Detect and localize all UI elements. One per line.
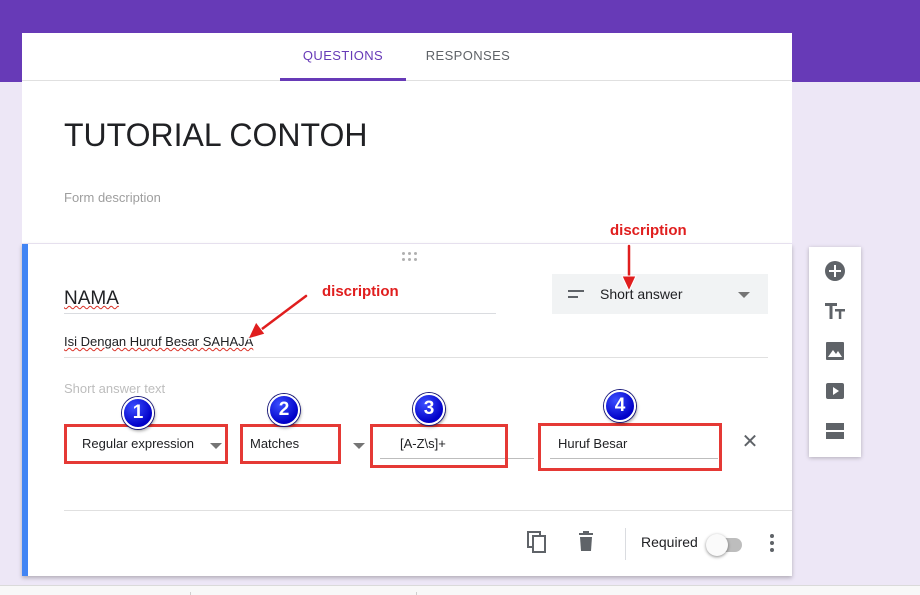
add-image-icon[interactable] — [823, 339, 847, 363]
side-toolbar — [809, 247, 861, 457]
badge-4: 4 — [604, 390, 636, 422]
highlight-box-3 — [370, 424, 508, 468]
close-icon[interactable]: ✕ — [740, 432, 760, 452]
add-section-icon[interactable] — [823, 419, 847, 443]
question-type-dropdown[interactable]: Short answer — [552, 274, 768, 314]
form-header-card: QUESTIONS RESPONSES TUTORIAL CONTOH Form… — [22, 33, 792, 243]
required-toggle[interactable] — [706, 534, 742, 556]
bottom-strip — [0, 585, 920, 595]
badge-3: 3 — [413, 393, 445, 425]
answer-placeholder: Short answer text — [64, 381, 166, 396]
highlight-box-4 — [538, 423, 722, 471]
add-title-icon[interactable] — [823, 299, 847, 323]
required-label: Required — [641, 534, 698, 550]
highlight-box-1 — [64, 424, 228, 464]
add-question-icon[interactable] — [823, 259, 847, 283]
question-title-text: NAMA — [64, 288, 119, 309]
form-description-field[interactable]: Form description — [64, 190, 161, 205]
question-description-input[interactable]: Isi Dengan Huruf Besar SAHAJA — [64, 334, 768, 358]
toggle-knob — [706, 534, 728, 556]
duplicate-icon[interactable] — [526, 530, 548, 554]
highlight-box-2 — [240, 424, 341, 464]
card-footer-divider — [64, 510, 792, 511]
annotation-label-description: discription — [322, 283, 399, 300]
delete-icon[interactable] — [575, 530, 597, 554]
form-title[interactable]: TUTORIAL CONTOH — [64, 117, 367, 154]
question-title-input[interactable]: NAMA — [64, 288, 496, 314]
question-type-label: Short answer — [600, 286, 683, 302]
more-vert-icon[interactable] — [762, 532, 782, 554]
tab-responses[interactable]: RESPONSES — [414, 33, 522, 81]
short-text-icon — [568, 290, 584, 300]
question-description-text: Isi Dengan Huruf Besar SAHAJA — [64, 334, 254, 349]
chevron-down-icon — [738, 292, 750, 298]
footer-divider — [625, 528, 626, 560]
add-video-icon[interactable] — [823, 379, 847, 403]
chevron-down-icon — [353, 443, 365, 449]
annotation-label-type: discription — [610, 222, 687, 239]
badge-2: 2 — [268, 394, 300, 426]
tab-questions[interactable]: QUESTIONS — [280, 33, 406, 81]
drag-handle-icon[interactable] — [402, 252, 420, 262]
tab-bar: QUESTIONS RESPONSES — [22, 33, 792, 81]
badge-1: 1 — [122, 397, 154, 429]
